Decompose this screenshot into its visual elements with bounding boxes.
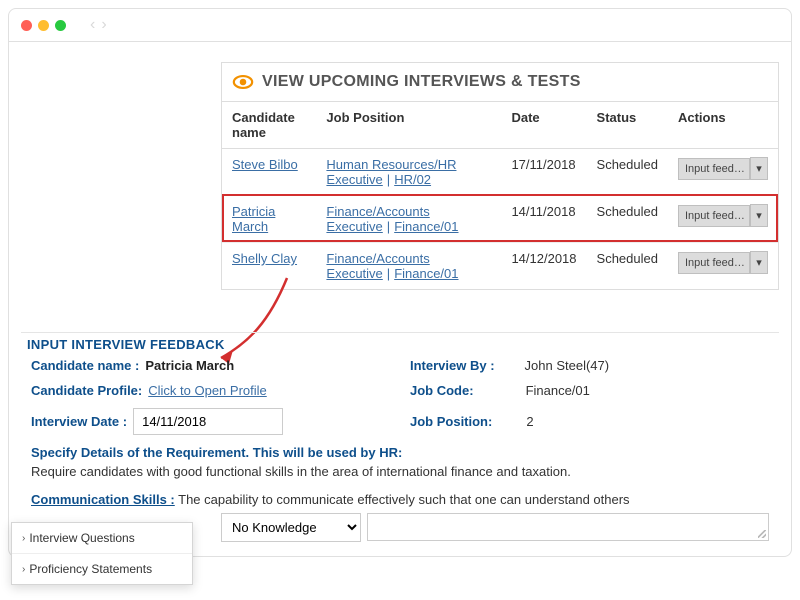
input-feedback-button[interactable]: Input feed…	[678, 158, 750, 180]
form-title: INPUT INTERVIEW FEEDBACK	[21, 337, 779, 358]
table-row: Patricia March Finance/Accounts Executiv…	[222, 196, 778, 243]
upcoming-title: VIEW UPCOMING INTERVIEWS & TESTS	[262, 73, 581, 91]
candidate-name-label: Candidate name :	[31, 358, 139, 373]
communication-label: Communication Skills :	[31, 492, 175, 507]
content-frame: VIEW UPCOMING INTERVIEWS & TESTS Candida…	[8, 42, 792, 557]
date-cell: 14/12/2018	[501, 243, 586, 290]
actions-caret-button[interactable]: ▾	[750, 251, 768, 274]
actions-caret-button[interactable]: ▾	[750, 157, 768, 180]
candidate-profile-label: Candidate Profile:	[31, 383, 142, 398]
nav-arrows[interactable]: ‹›	[90, 16, 113, 34]
window-min-dot[interactable]	[38, 20, 49, 31]
chevron-right-icon: ›	[22, 533, 25, 544]
job-code-field: Job Code: Finance/01	[410, 383, 769, 398]
position-link-b[interactable]: Finance/01	[394, 266, 458, 281]
job-code-label: Job Code:	[410, 383, 474, 398]
candidate-link[interactable]: Patricia March	[232, 204, 275, 234]
upcoming-header: VIEW UPCOMING INTERVIEWS & TESTS	[222, 63, 778, 102]
input-feedback-button[interactable]: Input feed…	[678, 252, 750, 274]
interview-date-field: Interview Date :	[31, 408, 390, 435]
upcoming-panel: VIEW UPCOMING INTERVIEWS & TESTS Candida…	[221, 62, 779, 290]
window-close-dot[interactable]	[21, 20, 32, 31]
upcoming-table: Candidate name Job Position Date Status …	[222, 102, 778, 289]
popup-item-label: Proficiency Statements	[29, 562, 152, 576]
date-cell: 14/11/2018	[501, 196, 586, 243]
table-row: Shelly Clay Finance/Accounts Executive|F…	[222, 243, 778, 290]
communication-row: Communication Skills : The capability to…	[21, 492, 779, 507]
knowledge-select[interactable]: No Knowledge	[221, 513, 361, 542]
job-position-field: Job Position: 2	[410, 408, 769, 435]
popup-item-interview-questions[interactable]: › Interview Questions	[12, 523, 192, 553]
interview-by-value: John Steel(47)	[525, 358, 610, 373]
position-sep: |	[383, 219, 394, 234]
position-sep: |	[383, 266, 394, 281]
col-date: Date	[501, 102, 586, 149]
status-cell: Scheduled	[587, 196, 668, 243]
chevron-right-icon: ›	[22, 564, 25, 575]
actions-caret-button[interactable]: ▾	[750, 204, 768, 227]
status-cell: Scheduled	[587, 149, 668, 196]
col-status: Status	[587, 102, 668, 149]
job-position-label: Job Position:	[410, 414, 492, 429]
popup-item-label: Interview Questions	[29, 531, 134, 545]
resize-grip-icon[interactable]	[758, 530, 766, 538]
table-row: Steve Bilbo Human Resources/HR Executive…	[222, 149, 778, 196]
requirement-block: Specify Details of the Requirement. This…	[31, 445, 769, 482]
interview-date-label: Interview Date :	[31, 414, 127, 429]
interview-by-field: Interview By : John Steel(47)	[410, 358, 769, 373]
interview-date-input[interactable]	[133, 408, 283, 435]
table-header-row: Candidate name Job Position Date Status …	[222, 102, 778, 149]
date-cell: 17/11/2018	[501, 149, 586, 196]
knowledge-comment-input[interactable]	[367, 513, 769, 541]
candidate-name-field: Candidate name : Patricia March	[31, 358, 390, 373]
browser-chrome: ‹›	[8, 8, 792, 42]
job-code-value: Finance/01	[526, 383, 590, 398]
communication-desc: The capability to communicate effectivel…	[178, 492, 629, 507]
candidate-name-value: Patricia March	[145, 358, 234, 373]
eye-icon	[232, 71, 254, 93]
knowledge-row: No Knowledge	[221, 513, 769, 542]
candidate-profile-field: Candidate Profile: Click to Open Profile	[31, 383, 390, 398]
requirement-text: Require candidates with good functional …	[31, 460, 769, 482]
job-position-value: 2	[526, 414, 533, 429]
col-actions: Actions	[668, 102, 778, 149]
position-link-b[interactable]: HR/02	[394, 172, 431, 187]
col-position: Job Position	[316, 102, 501, 149]
interview-by-label: Interview By :	[410, 358, 495, 373]
position-link-b[interactable]: Finance/01	[394, 219, 458, 234]
candidate-link[interactable]: Shelly Clay	[232, 251, 297, 266]
window-max-dot[interactable]	[55, 20, 66, 31]
input-feedback-button[interactable]: Input feed…	[678, 205, 750, 227]
position-sep: |	[383, 172, 394, 187]
open-profile-link[interactable]: Click to Open Profile	[148, 383, 267, 398]
feedback-form: INPUT INTERVIEW FEEDBACK Candidate name …	[21, 332, 779, 542]
skills-popup: › Interview Questions › Proficiency Stat…	[11, 522, 193, 585]
candidate-link[interactable]: Steve Bilbo	[232, 157, 298, 172]
popup-item-proficiency-statements[interactable]: › Proficiency Statements	[12, 553, 192, 584]
col-candidate: Candidate name	[222, 102, 316, 149]
status-cell: Scheduled	[587, 243, 668, 290]
requirement-label: Specify Details of the Requirement. This…	[31, 445, 769, 460]
